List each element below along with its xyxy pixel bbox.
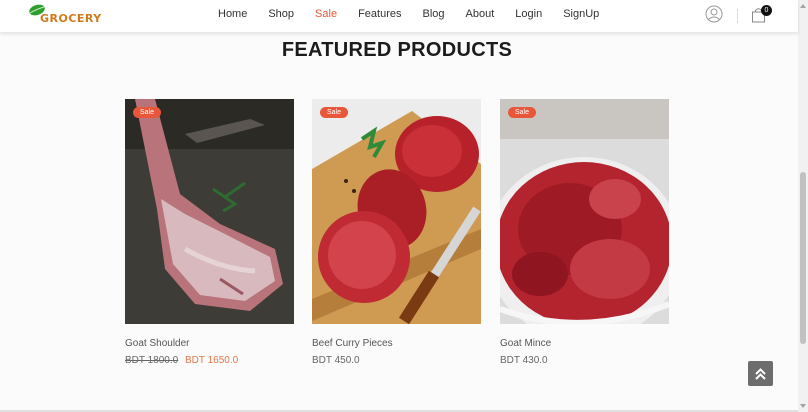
product-sale-price: BDT 1650.0 — [184, 355, 239, 366]
featured-section: FEATURED PRODUCTS Sale Goat Shoulder BDT… — [0, 34, 798, 410]
product-price: BDT 430.0 — [500, 355, 548, 366]
sale-badge: Sale — [508, 107, 537, 118]
nav-blog-link[interactable]: Blog — [423, 8, 445, 20]
product-price-row: BDT 450.0 — [312, 355, 481, 366]
page-scrollbar[interactable] — [798, 0, 808, 412]
scroll-up-arrow-icon[interactable] — [799, 2, 807, 10]
chevrons-up-icon — [755, 368, 766, 380]
nav-login-link[interactable]: Login — [515, 8, 542, 20]
scrollbar-thumb[interactable] — [800, 172, 806, 344]
product-name[interactable]: Goat Mince — [500, 338, 669, 349]
cart-count-badge: 0 — [761, 5, 772, 16]
logo-text: GROCERY — [40, 12, 102, 25]
product-image-goat-shoulder[interactable]: Sale — [125, 99, 294, 324]
product-price-row: BDT 1800.0 BDT 1650.0 — [125, 355, 294, 366]
product-card-goat-mince: Sale Goat Mince BDT 430.0 — [500, 99, 669, 366]
back-to-top-button[interactable] — [748, 361, 773, 386]
product-name[interactable]: Beef Curry Pieces — [312, 338, 481, 349]
nav-signup-link[interactable]: SignUp — [563, 8, 599, 20]
nav-sale-link[interactable]: Sale — [315, 8, 337, 20]
main-nav: Home Shop Sale Features Blog About Login… — [218, 8, 620, 20]
sale-badge: Sale — [133, 107, 162, 118]
nav-about-link[interactable]: About — [466, 8, 495, 20]
product-name[interactable]: Goat Shoulder — [125, 338, 294, 349]
nav-home-link[interactable]: Home — [218, 8, 247, 20]
product-price: BDT 450.0 — [312, 355, 360, 366]
product-old-price: BDT 1800.0 — [125, 355, 179, 366]
top-navbar: GROCERY Home Shop Sale Features Blog Abo… — [0, 0, 798, 33]
product-image-beef-curry-pieces[interactable]: Sale — [312, 99, 481, 324]
section-title: FEATURED PRODUCTS — [281, 39, 513, 61]
nav-shop-link[interactable]: Shop — [268, 8, 294, 20]
product-card-beef-curry-pieces: Sale Beef Curry Pieces BDT 450.0 — [312, 99, 481, 366]
user-icon[interactable] — [705, 5, 723, 23]
product-price-row: BDT 430.0 — [500, 355, 669, 366]
site-logo[interactable]: GROCERY — [28, 4, 122, 26]
product-card-goat-shoulder: Sale Goat Shoulder BDT 1800.0 BDT 1650.0 — [125, 99, 294, 366]
sale-badge: Sale — [320, 107, 349, 118]
nav-divider — [737, 9, 738, 23]
scroll-down-arrow-icon[interactable] — [799, 402, 807, 410]
product-image-goat-mince[interactable]: Sale — [500, 99, 669, 324]
nav-features-link[interactable]: Features — [358, 8, 401, 20]
